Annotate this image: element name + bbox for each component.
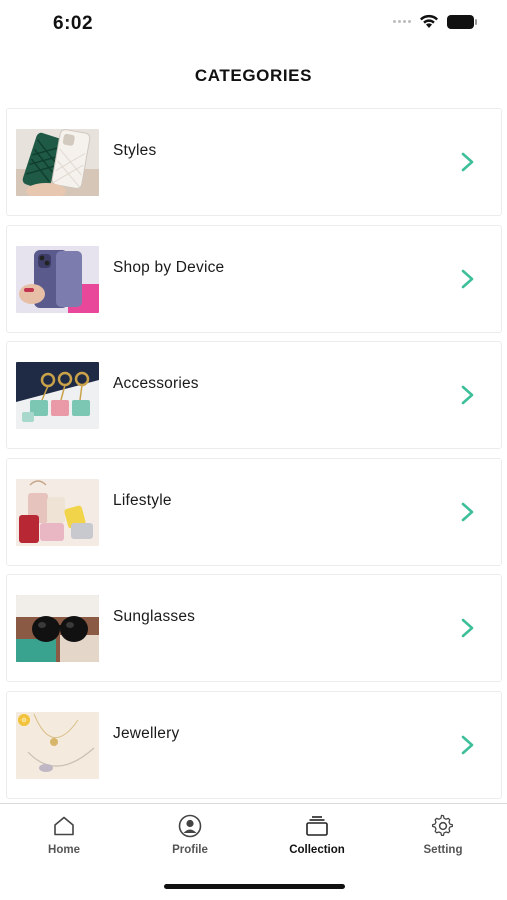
category-label: Styles [113,142,157,159]
chevron-right-icon[interactable] [459,384,477,406]
hand-holding-phone-thumbnail [16,245,99,313]
tab-home[interactable]: Home [9,814,119,856]
chevron-right-icon[interactable] [459,734,477,756]
tab-collection[interactable]: Collection [262,814,372,856]
keychain-charms-thumbnail [16,362,99,430]
phone-case-thumbnail [16,129,99,196]
tab-label: Collection [289,844,345,856]
chevron-right-icon[interactable] [459,268,477,290]
gear-icon [431,814,453,836]
tab-label: Home [48,844,80,856]
collection-icon [306,816,328,836]
status-bar: 6:02 [0,0,507,50]
chevron-right-icon[interactable] [459,501,477,523]
wifi-icon [420,14,438,28]
category-label: Accessories [113,375,199,393]
home-indicator [164,884,345,889]
home-icon [54,816,74,836]
category-label: Sunglasses [113,608,196,626]
tab-setting[interactable]: Setting [388,814,498,856]
category-item-accessories[interactable]: Accessories [6,341,502,450]
sunglasses-thumbnail [16,595,99,663]
status-time: 6:02 [53,13,94,34]
necklace-thumbnail [16,711,99,779]
category-item-jewellery[interactable]: Jewellery [6,690,502,799]
category-list: Styles Shop by Device Accessories Lifest… [6,108,502,808]
status-icons [393,14,477,29]
category-label: Shop by Device [113,258,225,276]
page-title: CATEGORIES [194,66,313,85]
chevron-right-icon[interactable] [459,151,477,173]
profile-icon [178,814,202,838]
category-item-lifestyle[interactable]: Lifestyle [6,457,502,566]
category-label: Jewellery [113,724,180,742]
category-item-sunglasses[interactable]: Sunglasses [6,574,502,683]
signal-icon [393,20,411,23]
tab-label: Setting [423,844,463,856]
tab-label: Profile [172,844,208,856]
tab-profile[interactable]: Profile [135,814,245,856]
category-item-shop-by-device[interactable]: Shop by Device [6,224,502,333]
category-label: Lifestyle [113,491,172,509]
bags-thumbnail [16,478,99,546]
category-item-styles[interactable]: Styles [6,108,502,216]
chevron-right-icon[interactable] [459,617,477,639]
battery-icon [447,14,477,29]
